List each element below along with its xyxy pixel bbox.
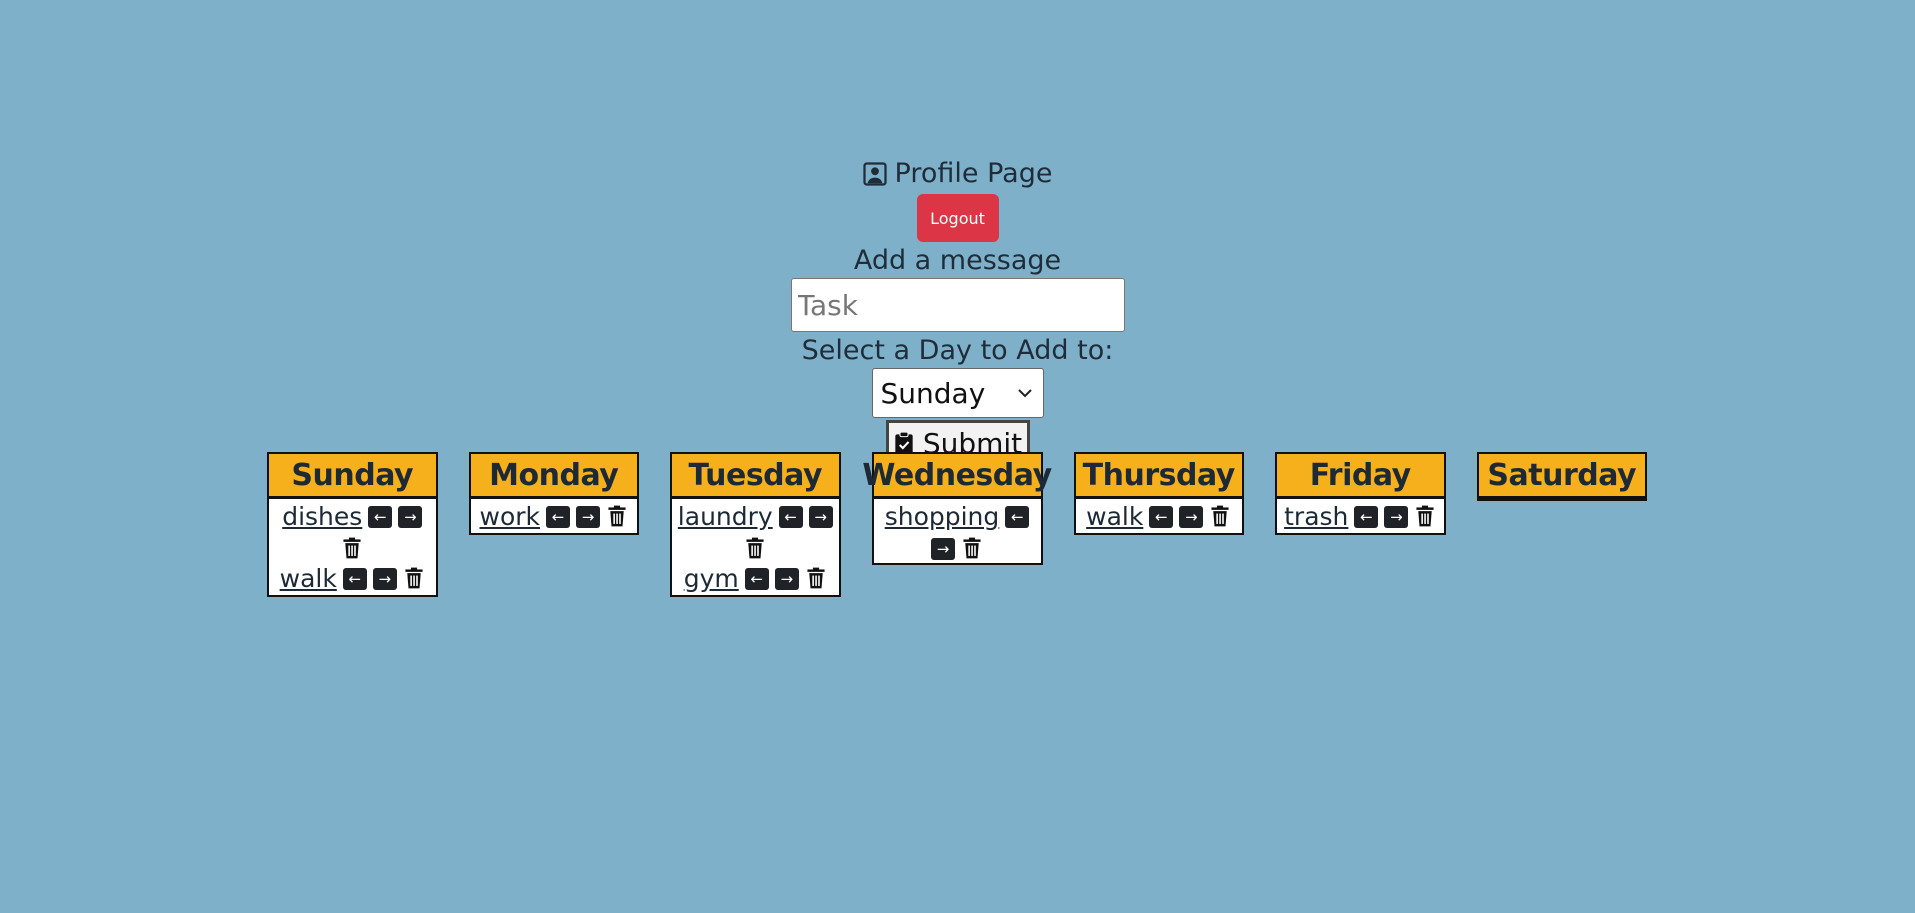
chevron-down-icon <box>1017 389 1032 398</box>
trash-icon[interactable] <box>403 567 425 591</box>
trash-icon[interactable] <box>341 537 363 561</box>
day-column-sunday: Sunday dishes ← → walk ← → <box>267 452 438 597</box>
day-header: Friday <box>1277 454 1444 499</box>
page: Profile Page Logout Add a message Select… <box>0 0 1915 913</box>
task-input[interactable] <box>790 278 1125 332</box>
trash-icon[interactable] <box>744 537 766 561</box>
task-list: dishes ← → walk ← → <box>269 499 436 595</box>
header: Profile Page Logout Add a message Select… <box>0 156 1915 466</box>
move-right-button[interactable]: → <box>1384 505 1409 528</box>
task-item: walk ← → <box>271 561 434 593</box>
day-header: Monday <box>470 454 637 499</box>
move-right-button[interactable]: → <box>931 538 955 560</box>
task-list: trash ← → <box>1277 499 1444 533</box>
logout-button[interactable]: Logout <box>916 194 999 242</box>
user-square-icon <box>862 162 887 186</box>
task-list: shopping ← → <box>874 499 1041 563</box>
day-column-monday: Monday work ← → <box>468 452 639 535</box>
day-header: Wednesday <box>862 454 1052 499</box>
task-list: walk ← → <box>1076 499 1243 533</box>
trash-icon[interactable] <box>961 537 983 561</box>
day-column-wednesday: Wednesday shopping ← → <box>862 452 1052 565</box>
task-item: laundry ← → <box>674 499 837 561</box>
trash-icon[interactable] <box>1209 505 1231 529</box>
day-select-value: Sunday <box>880 376 986 410</box>
day-header: Saturday <box>1478 454 1645 499</box>
task-item: shopping ← → <box>876 499 1039 561</box>
move-left-button[interactable]: ← <box>1005 505 1030 528</box>
move-left-button[interactable]: ← <box>778 505 803 528</box>
move-left-button[interactable]: ← <box>1149 505 1174 528</box>
trash-icon[interactable] <box>606 505 628 529</box>
task-item: gym ← → <box>674 561 837 593</box>
select-day-label: Select a Day to Add to: <box>801 335 1114 366</box>
task-list: work ← → <box>471 499 638 533</box>
week-board: Sunday dishes ← → walk ← → Monday work ← → Tuesday l… <box>267 452 1647 597</box>
move-right-button[interactable]: → <box>398 505 423 528</box>
add-message-label: Add a message <box>853 245 1062 276</box>
day-column-friday: Friday trash ← → <box>1275 452 1446 535</box>
task-text[interactable]: walk <box>280 564 337 593</box>
move-right-button[interactable]: → <box>372 567 397 590</box>
task-text[interactable]: dishes <box>282 502 362 531</box>
move-left-button[interactable]: ← <box>546 505 570 528</box>
trash-icon[interactable] <box>1414 505 1436 529</box>
move-left-button[interactable]: ← <box>1354 505 1379 528</box>
move-left-button[interactable]: ← <box>342 567 367 590</box>
day-column-saturday: Saturday <box>1476 452 1647 501</box>
task-text[interactable]: trash <box>1284 502 1348 531</box>
day-header: Sunday <box>269 454 436 499</box>
day-header: Tuesday <box>672 454 839 499</box>
day-header: Thursday <box>1075 454 1242 499</box>
move-right-button[interactable]: → <box>576 505 600 528</box>
move-right-button[interactable]: → <box>774 567 799 590</box>
trash-icon[interactable] <box>805 567 827 591</box>
profile-title-text: Profile Page <box>894 158 1053 189</box>
task-item: walk ← → <box>1078 499 1241 531</box>
task-text[interactable]: walk <box>1086 502 1143 531</box>
task-list: laundry ← → gym ← → <box>672 499 839 595</box>
task-text[interactable]: gym <box>684 564 739 593</box>
move-right-button[interactable]: → <box>1179 505 1204 528</box>
task-item: work ← → <box>473 499 636 531</box>
task-item: dishes ← → <box>271 499 434 561</box>
move-left-button[interactable]: ← <box>744 567 769 590</box>
day-column-tuesday: Tuesday laundry ← → gym ← → <box>670 452 841 597</box>
move-right-button[interactable]: → <box>808 505 833 528</box>
task-text[interactable]: laundry <box>678 502 773 531</box>
day-column-thursday: Thursday walk ← → <box>1073 452 1244 535</box>
task-text[interactable]: shopping <box>885 502 1000 531</box>
profile-title: Profile Page <box>862 156 1053 192</box>
move-left-button[interactable]: ← <box>368 505 393 528</box>
task-item: trash ← → <box>1279 499 1442 531</box>
task-text[interactable]: work <box>480 502 541 531</box>
day-select[interactable]: Sunday <box>871 368 1044 418</box>
